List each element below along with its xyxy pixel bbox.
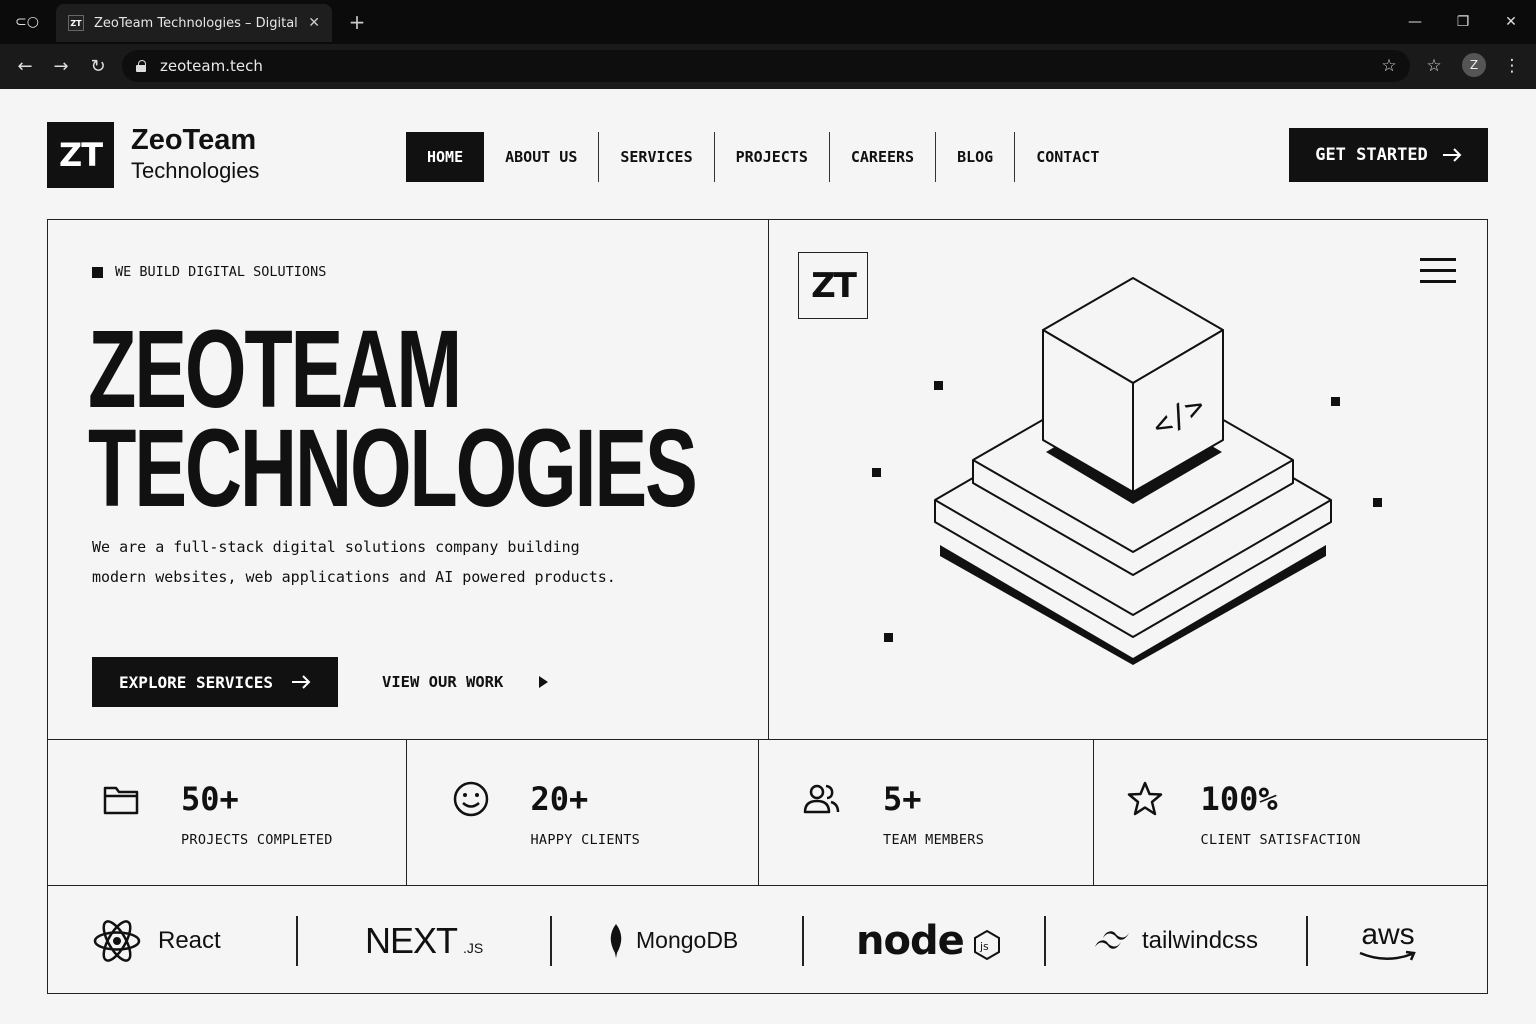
hero-eyebrow: WE BUILD DIGITAL SOLUTIONS xyxy=(92,264,326,280)
stat-value: 20+ xyxy=(530,780,589,818)
mongodb-label: MongoDB xyxy=(636,927,739,953)
nav-blog[interactable]: BLOG xyxy=(936,132,1016,182)
mongodb-leaf-icon xyxy=(610,923,622,958)
aws-smile-arrow-icon xyxy=(1359,950,1416,960)
play-triangle-icon xyxy=(539,676,549,688)
node-label: node xyxy=(856,917,965,964)
stat-label: HAPPY CLIENTS xyxy=(530,832,641,848)
hamburger-menu-icon[interactable] xyxy=(1420,258,1456,284)
aws-label: aws xyxy=(1361,917,1415,951)
tailwind-label: tailwindcss xyxy=(1142,926,1259,954)
get-started-button[interactable]: GET STARTED xyxy=(1289,128,1488,182)
get-started-label: GET STARTED xyxy=(1315,145,1428,165)
nav-projects[interactable]: PROJECTS xyxy=(715,132,830,182)
new-tab-icon[interactable]: + xyxy=(344,9,370,35)
brand-name[interactable]: ZeoTeam xyxy=(131,124,256,157)
square-bullet-icon xyxy=(92,266,103,278)
minimize-icon[interactable]: — xyxy=(1400,10,1430,34)
hero-description: We are a full-stack digital solutions co… xyxy=(92,538,616,586)
close-window-icon[interactable]: ✕ xyxy=(1496,10,1526,34)
stat-satisfaction: 100% CLIENT SATISFACTION xyxy=(1094,740,1487,885)
stats-bar: 50+ PROJECTS COMPLETED 20+ HAPPY CLIENTS… xyxy=(47,739,1488,886)
stat-label: TEAM MEMBERS xyxy=(883,832,985,848)
isometric-cube-illustration: </> xyxy=(872,277,1382,665)
tech-mongodb: MongoDB xyxy=(606,886,738,995)
smile-icon xyxy=(453,781,488,817)
brand-subtitle: Technologies xyxy=(131,158,260,183)
node-badge-text: js xyxy=(979,940,989,953)
address-bar[interactable]: zeoteam.tech xyxy=(122,50,1410,82)
restore-icon[interactable]: ❐ xyxy=(1448,10,1478,34)
view-our-work-link[interactable]: VIEW OUR WORK xyxy=(382,667,549,697)
logo-mark[interactable]: ZT xyxy=(47,122,114,188)
menu-kebab-icon[interactable]: ⋮ xyxy=(1498,52,1526,80)
stat-value: 50+ xyxy=(181,780,239,818)
star-icon xyxy=(1127,781,1162,816)
stat-clients: 20+ HAPPY CLIENTS xyxy=(407,740,760,885)
hero-headline-line2: TECHNOLOGIES xyxy=(88,407,698,530)
arrow-right-icon xyxy=(1442,148,1462,162)
folder-icon xyxy=(103,786,139,815)
divider xyxy=(550,916,552,966)
nav-careers[interactable]: CAREERS xyxy=(830,132,937,182)
tech-nextjs: NEXT .JS xyxy=(365,886,483,995)
react-label: React xyxy=(158,926,221,954)
divider xyxy=(1044,916,1046,966)
react-logo-icon xyxy=(93,919,141,962)
bookmark-star-icon[interactable]: ☆ xyxy=(1375,52,1403,80)
team-icon xyxy=(803,784,840,814)
view-our-work-label: VIEW OUR WORK xyxy=(382,673,504,691)
tab-title: ZeoTeam Technologies – Digital Solutions xyxy=(94,15,300,31)
profile-avatar[interactable]: Z xyxy=(1462,53,1486,77)
tech-tailwind: tailwindcss xyxy=(1094,886,1258,995)
tech-nodejs: node js xyxy=(856,886,1002,995)
stat-label: PROJECTS COMPLETED xyxy=(181,832,333,848)
nav-contact[interactable]: CONTACT xyxy=(1015,132,1120,182)
stat-team: 5+ TEAM MEMBERS xyxy=(759,740,1094,885)
divider xyxy=(296,916,298,966)
explore-services-button[interactable]: EXPLORE SERVICES xyxy=(92,657,338,707)
eyebrow-text: WE BUILD DIGITAL SOLUTIONS xyxy=(115,264,327,280)
stat-label: CLIENT SATISFACTION xyxy=(1200,832,1361,848)
tech-aws: aws xyxy=(1358,886,1418,995)
nav-services[interactable]: SERVICES xyxy=(599,132,715,182)
browser-tabstrip: ⊂○ ZT ZeoTeam Technologies – Digital Sol… xyxy=(0,0,1536,44)
url-text: zeoteam.tech xyxy=(160,57,263,75)
tech-react: React xyxy=(92,886,221,995)
divider xyxy=(1306,916,1308,966)
stat-value: 100% xyxy=(1200,780,1278,818)
stat-value: 5+ xyxy=(883,780,922,818)
next-suffix: .JS xyxy=(463,939,484,956)
tab-search-icon[interactable]: ⊂○ xyxy=(12,10,42,34)
forward-icon[interactable]: → xyxy=(47,52,75,80)
explore-services-label: EXPLORE SERVICES xyxy=(118,672,274,692)
tailwind-logo-icon xyxy=(1095,930,1129,949)
close-tab-icon[interactable]: ✕ xyxy=(308,15,320,31)
divider xyxy=(802,916,804,966)
reload-icon[interactable]: ↻ xyxy=(84,52,112,80)
stat-projects: 50+ PROJECTS COMPLETED xyxy=(48,740,407,885)
lock-icon xyxy=(136,60,146,72)
favicon-icon: ZT xyxy=(68,15,84,31)
main-nav: HOME ABOUT US SERVICES PROJECTS CAREERS … xyxy=(406,128,1120,186)
nav-home[interactable]: HOME xyxy=(406,132,485,182)
arrow-right-icon xyxy=(292,675,311,689)
back-icon[interactable]: ← xyxy=(11,52,39,80)
nodejs-hexagon-icon: js xyxy=(973,929,1000,960)
tech-stack-strip: React NEXT .JS MongoDB node js tailwindc… xyxy=(47,885,1488,994)
bookmarks-icon[interactable]: ☆ xyxy=(1420,52,1448,80)
next-label: NEXT xyxy=(365,919,458,961)
browser-tab[interactable]: ZT ZeoTeam Technologies – Digital Soluti… xyxy=(56,4,332,42)
nav-about-us[interactable]: ABOUT US xyxy=(484,132,600,182)
